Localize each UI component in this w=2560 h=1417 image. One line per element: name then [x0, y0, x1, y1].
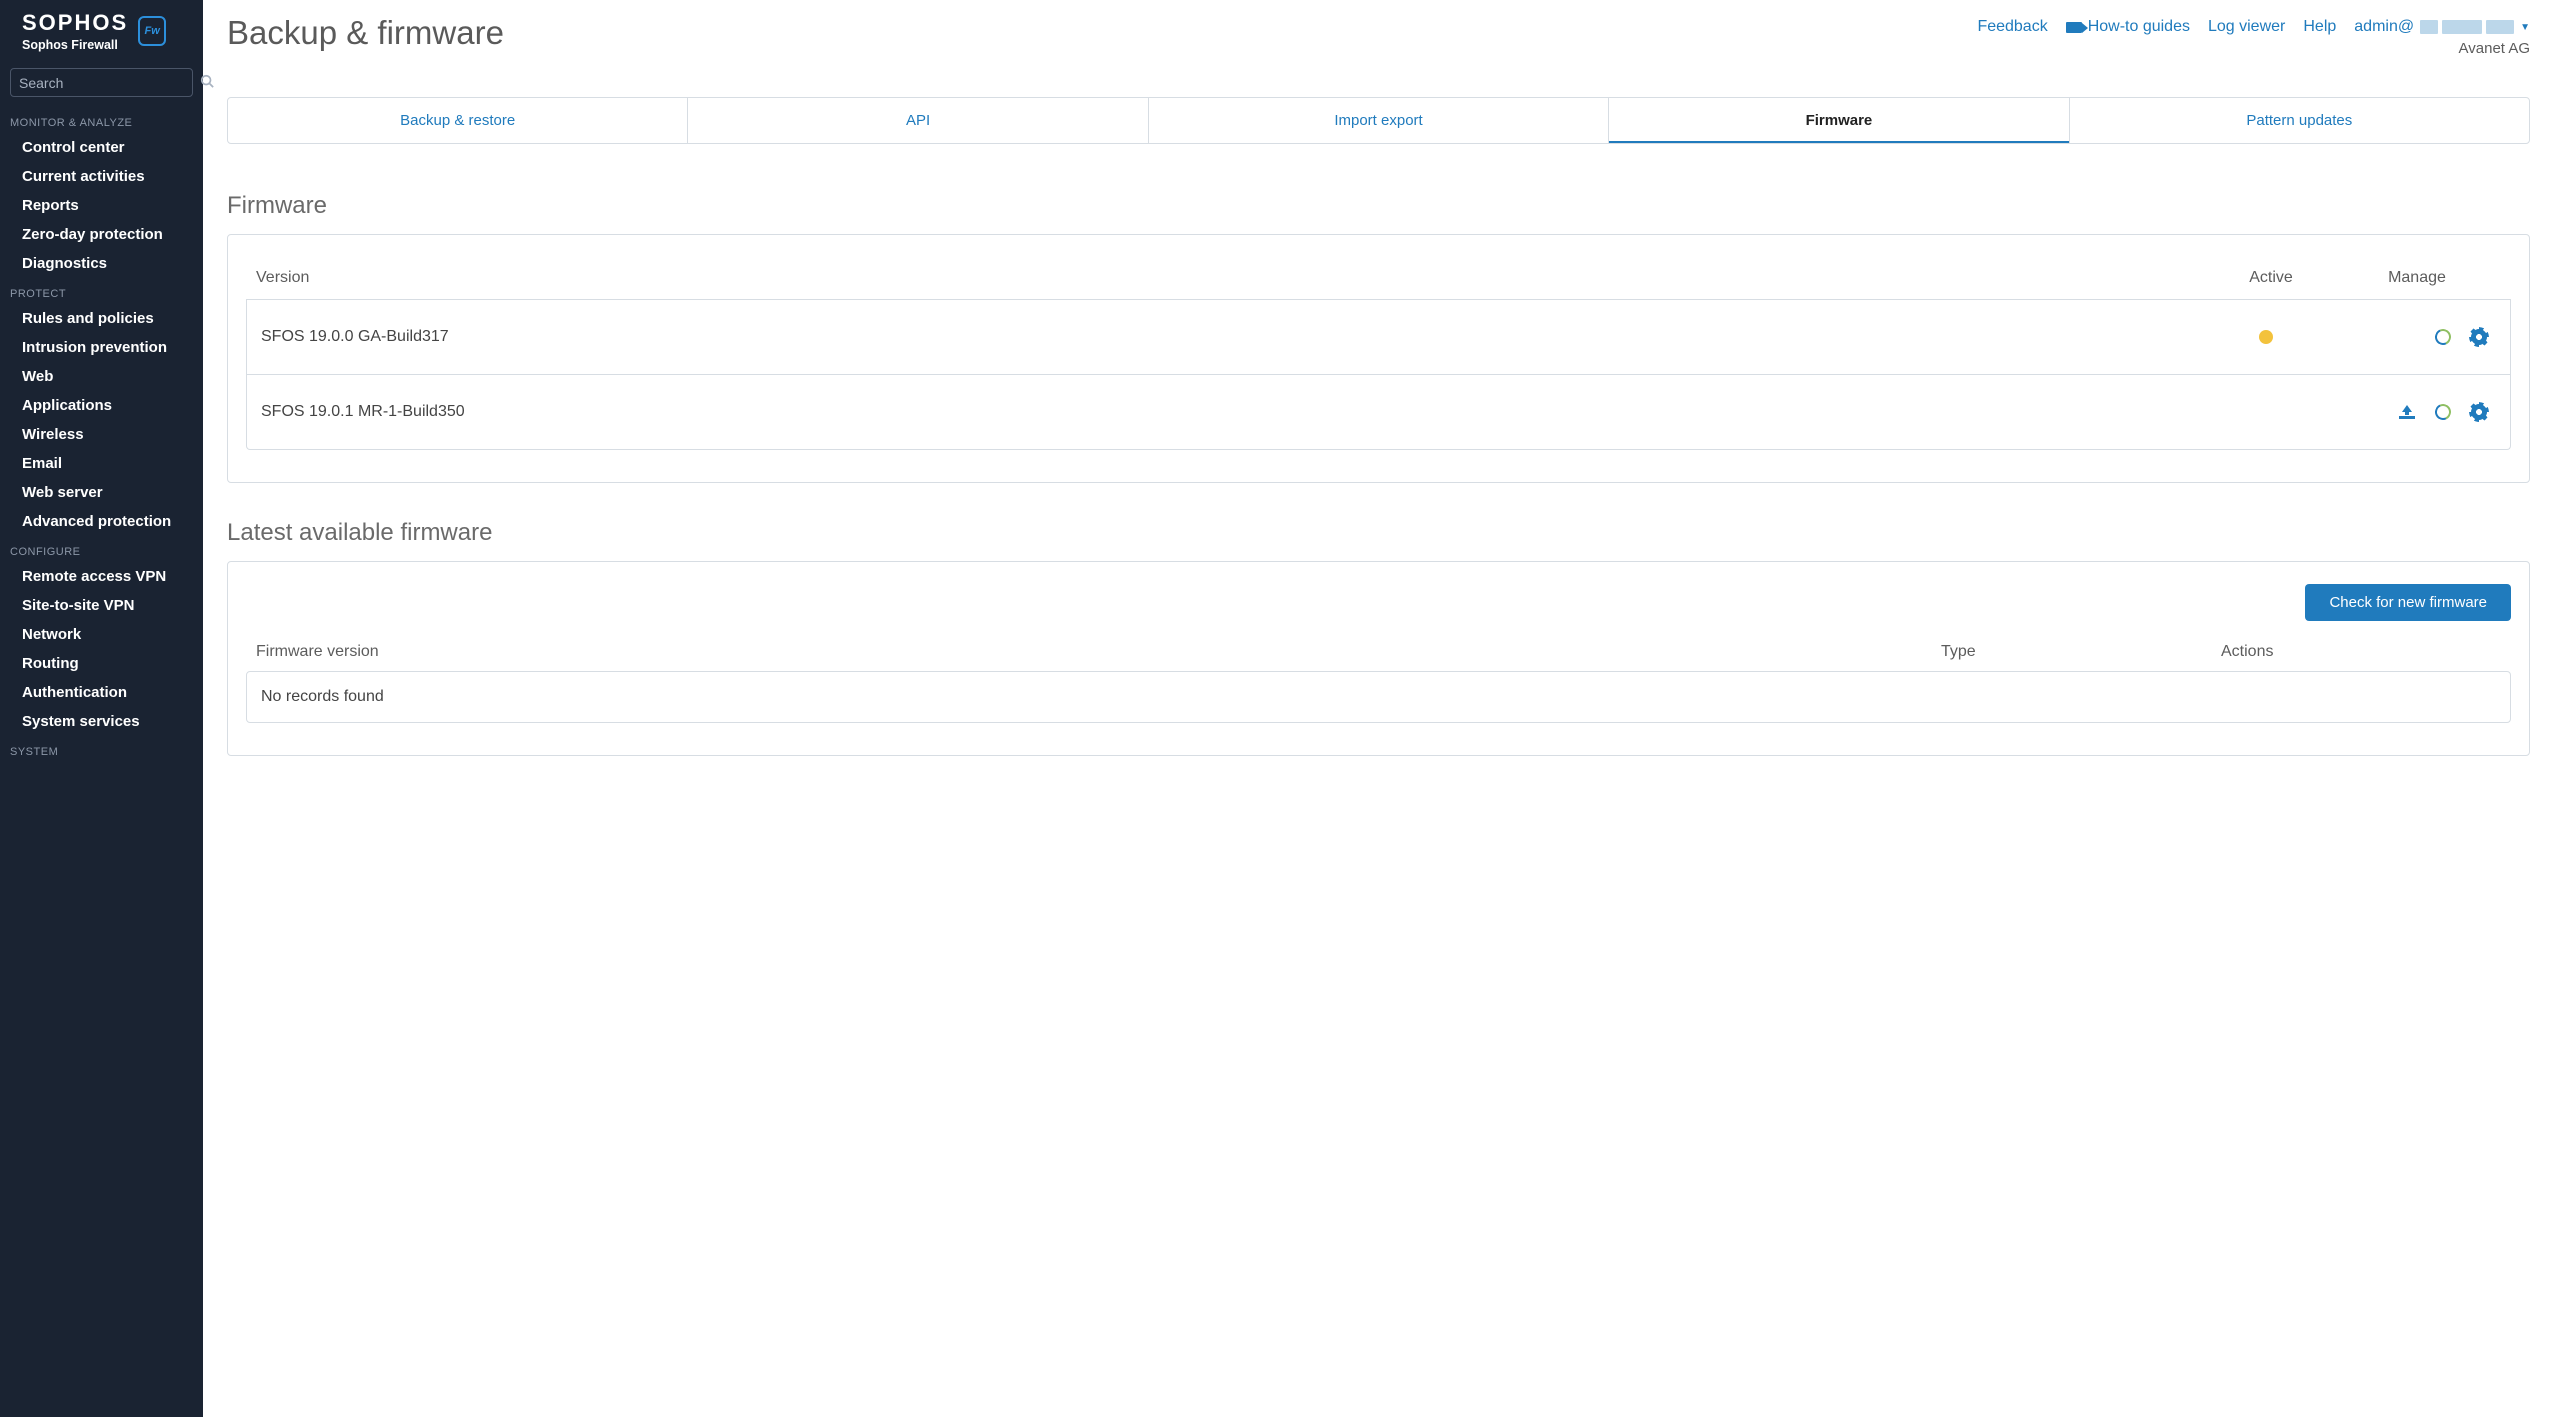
nav-item-webserver[interactable]: Web server	[0, 478, 203, 507]
topbar: Backup & firmware Feedback How-to guides…	[227, 14, 2530, 97]
firmware-version-cell: SFOS 19.0.0 GA-Build317	[261, 328, 2196, 346]
link-guides-label: How-to guides	[2088, 18, 2190, 36]
latest-table-header: Firmware version Type Actions	[246, 633, 2511, 671]
col-header-version: Version	[256, 269, 2201, 287]
check-firmware-button[interactable]: Check for new firmware	[2305, 584, 2511, 621]
nav-item-wireless[interactable]: Wireless	[0, 420, 203, 449]
refresh-icon[interactable]	[2434, 328, 2452, 346]
page-title: Backup & firmware	[227, 14, 504, 52]
user-menu[interactable]: admin@ ▼	[2354, 18, 2530, 36]
nav-item-rules[interactable]: Rules and policies	[0, 304, 203, 333]
nav-item-remote-vpn[interactable]: Remote access VPN	[0, 562, 203, 591]
firmware-version-cell: SFOS 19.0.1 MR-1-Build350	[261, 403, 2196, 421]
latest-empty-row: No records found	[246, 671, 2511, 723]
nav-item-site-vpn[interactable]: Site-to-site VPN	[0, 591, 203, 620]
link-logviewer[interactable]: Log viewer	[2208, 18, 2285, 36]
nav-section-label: CONFIGURE	[0, 536, 203, 562]
main-content: Backup & firmware Feedback How-to guides…	[203, 0, 2560, 1417]
firmware-table-header: Version Active Manage	[246, 257, 2511, 299]
nav-section-monitor: MONITOR & ANALYZE Control center Current…	[0, 107, 203, 278]
link-help[interactable]: Help	[2303, 18, 2336, 36]
brand-block: SOPHOS Sophos Firewall Fw	[0, 0, 203, 60]
refresh-icon[interactable]	[2434, 403, 2452, 421]
nav-item-advanced-protection[interactable]: Advanced protection	[0, 507, 203, 536]
nav-item-applications[interactable]: Applications	[0, 391, 203, 420]
nav-item-intrusion[interactable]: Intrusion prevention	[0, 333, 203, 362]
user-prefix: admin@	[2354, 18, 2414, 36]
tab-backup-restore[interactable]: Backup & restore	[228, 98, 688, 143]
tab-api[interactable]: API	[688, 98, 1148, 143]
tab-pattern-updates[interactable]: Pattern updates	[2070, 98, 2529, 143]
nav-section-label: PROTECT	[0, 278, 203, 304]
col-header-active: Active	[2201, 269, 2341, 287]
search-box[interactable]	[10, 68, 193, 97]
tab-bar: Backup & restore API Import export Firmw…	[227, 97, 2530, 144]
firmware-panel: Version Active Manage SFOS 19.0.0 GA-Bui…	[227, 234, 2530, 483]
upload-icon[interactable]	[2398, 403, 2416, 421]
col-header-actions: Actions	[2221, 643, 2501, 661]
link-guides[interactable]: How-to guides	[2066, 18, 2190, 36]
nav-section-system: SYSTEM	[0, 736, 203, 762]
chevron-down-icon: ▼	[2520, 22, 2530, 33]
nav-item-reports[interactable]: Reports	[0, 191, 203, 220]
firmware-manage-cell	[2336, 328, 2496, 346]
firmware-row: SFOS 19.0.1 MR-1-Build350	[246, 375, 2511, 450]
sidebar: SOPHOS Sophos Firewall Fw MONITOR & ANAL…	[0, 0, 203, 1417]
nav-item-web[interactable]: Web	[0, 362, 203, 391]
gear-icon[interactable]	[2470, 403, 2488, 421]
nav-item-authentication[interactable]: Authentication	[0, 678, 203, 707]
nav-item-system-services[interactable]: System services	[0, 707, 203, 736]
firmware-row: SFOS 19.0.0 GA-Build317	[246, 299, 2511, 375]
search-input[interactable]	[19, 75, 200, 91]
top-links: Feedback How-to guides Log viewer Help a…	[1977, 14, 2530, 57]
latest-panel: Check for new firmware Firmware version …	[227, 561, 2530, 756]
brand-badge-icon: Fw	[138, 16, 166, 46]
nav-item-zero-day[interactable]: Zero-day protection	[0, 220, 203, 249]
nav-item-diagnostics[interactable]: Diagnostics	[0, 249, 203, 278]
nav-section-label: MONITOR & ANALYZE	[0, 107, 203, 133]
nav-item-network[interactable]: Network	[0, 620, 203, 649]
active-indicator-icon	[2259, 330, 2273, 344]
section-title-firmware: Firmware	[227, 192, 2530, 220]
nav-item-control-center[interactable]: Control center	[0, 133, 203, 162]
link-feedback[interactable]: Feedback	[1977, 18, 2047, 36]
col-header-manage: Manage	[2341, 269, 2501, 287]
nav-section-configure: CONFIGURE Remote access VPN Site-to-site…	[0, 536, 203, 736]
video-icon	[2066, 22, 2082, 33]
gear-icon[interactable]	[2470, 328, 2488, 346]
brand-title: SOPHOS	[22, 10, 128, 36]
section-title-latest: Latest available firmware	[227, 519, 2530, 547]
tenant-name: Avanet AG	[2459, 40, 2530, 57]
brand-subtitle: Sophos Firewall	[22, 38, 128, 52]
col-header-type: Type	[1941, 643, 2221, 661]
nav-item-email[interactable]: Email	[0, 449, 203, 478]
tab-import-export[interactable]: Import export	[1149, 98, 1609, 143]
firmware-manage-cell	[2336, 403, 2496, 421]
nav-item-current-activities[interactable]: Current activities	[0, 162, 203, 191]
col-header-fw-version: Firmware version	[256, 643, 1941, 661]
nav-section-label: SYSTEM	[0, 736, 203, 762]
nav-item-routing[interactable]: Routing	[0, 649, 203, 678]
tab-firmware[interactable]: Firmware	[1609, 98, 2069, 143]
user-redacted	[2420, 20, 2514, 34]
nav-section-protect: PROTECT Rules and policies Intrusion pre…	[0, 278, 203, 536]
firmware-active-cell	[2196, 330, 2336, 344]
